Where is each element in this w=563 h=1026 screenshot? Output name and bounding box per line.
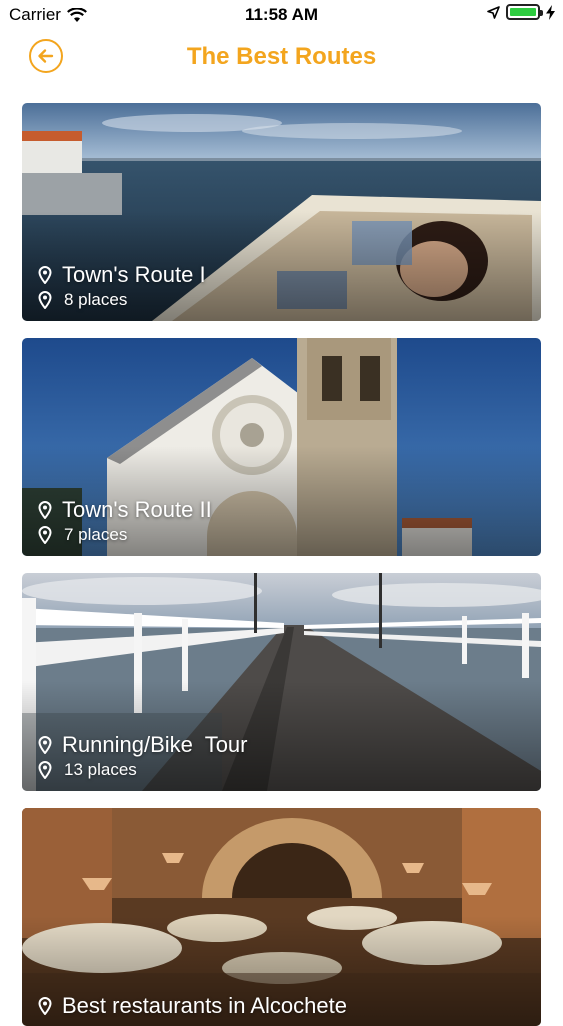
route-card-running-bike-tour[interactable]: Running/Bike Tour 13 places <box>22 573 541 791</box>
route-name: Town's Route II <box>62 497 212 522</box>
map-pin-icon <box>38 501 52 519</box>
route-name: Running/Bike Tour <box>62 732 248 757</box>
battery-icon <box>506 4 543 20</box>
route-card-towns-route-1[interactable]: Town's Route I 8 places <box>22 103 541 321</box>
page-title: The Best Routes <box>186 43 377 70</box>
route-card-towns-route-2[interactable]: Town's Route II 7 places <box>22 338 541 556</box>
route-places-count: 8 places <box>64 290 128 309</box>
route-name: Town's Route I <box>62 262 206 287</box>
route-title: Town's Route I <box>38 262 206 288</box>
charging-bolt-icon <box>546 4 555 20</box>
route-places: 7 places <box>38 525 127 545</box>
status-right <box>487 4 555 20</box>
route-title: Running/Bike Tour <box>38 732 248 758</box>
route-places-count: 7 places <box>64 525 128 544</box>
location-arrow-icon <box>487 5 500 19</box>
map-pin-icon <box>38 526 52 544</box>
status-bar: Carrier 11:58 AM <box>0 0 563 30</box>
route-name: Best restaurants in Alcochete <box>62 993 347 1018</box>
route-card-best-restaurants[interactable]: Best restaurants in Alcochete <box>22 808 541 1026</box>
navigation-bar: The Best Routes <box>0 30 563 90</box>
route-places: 8 places <box>38 290 127 310</box>
route-places: 13 places <box>38 760 137 780</box>
map-pin-icon <box>38 761 52 779</box>
route-places-count: 13 places <box>64 760 137 779</box>
map-pin-icon <box>38 266 52 284</box>
map-pin-icon <box>38 291 52 309</box>
route-title: Best restaurants in Alcochete <box>38 993 347 1019</box>
status-time: 11:58 AM <box>244 5 319 24</box>
map-pin-icon <box>38 736 52 754</box>
route-title: Town's Route II <box>38 497 212 523</box>
